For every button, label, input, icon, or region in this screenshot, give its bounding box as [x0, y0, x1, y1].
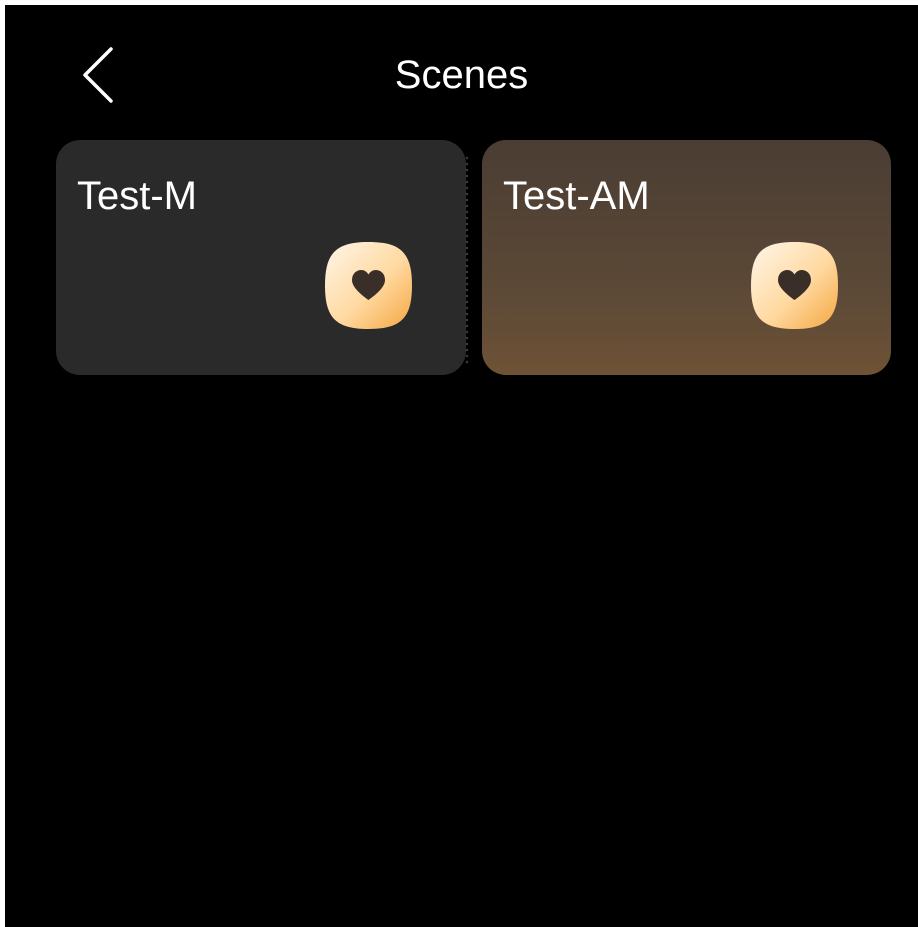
scene-card-test-m[interactable]: Test-M [56, 140, 466, 375]
divider-dots [465, 155, 469, 365]
heart-icon [749, 240, 840, 331]
scene-card-test-am[interactable]: Test-AM [482, 140, 891, 375]
scene-name: Test-AM [503, 174, 650, 218]
scene-name: Test-M [77, 174, 197, 218]
page-title: Scenes [394, 53, 529, 97]
header: Scenes [5, 5, 918, 125]
heart-icon [323, 240, 414, 331]
scenes-screen: Scenes Test-M Test-AM [5, 5, 918, 927]
